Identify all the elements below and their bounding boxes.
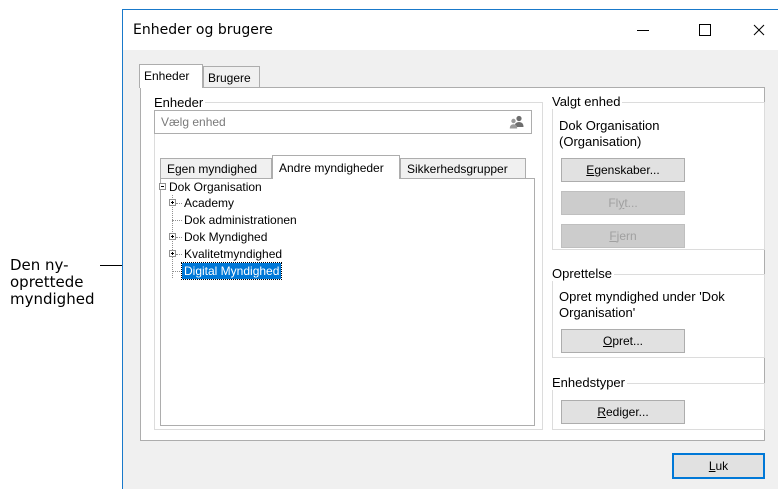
expand-icon[interactable] (169, 250, 176, 257)
btn-text: genskaber... (594, 163, 660, 177)
tab-andre-myndigheder[interactable]: Andre myndigheder (272, 155, 400, 179)
valgt-enhed-group: Valgt enhed Dok Organisation (Organisati… (552, 94, 765, 250)
window-title: Enheder og brugere (133, 22, 273, 38)
tab-egen-myndighed[interactable]: Egen myndighed (160, 158, 272, 179)
callout-label: Den ny- oprettede myndighed (10, 257, 100, 308)
oprettelse-label: Oprettelse (552, 266, 614, 281)
enhedstyper-label: Enhedstyper (552, 375, 627, 390)
collapse-icon[interactable] (159, 183, 166, 190)
dialog-window: Enheder og brugere Enheder Brugere Enhed… (122, 9, 778, 489)
btn-mnemonic: F (609, 229, 617, 243)
oprettelse-text-line1: Opret myndighed under 'Dok (559, 289, 725, 304)
tree-item-label: Dok Organisation (169, 180, 262, 194)
fjern-button[interactable]: Fjern (561, 224, 685, 248)
enheder-tab-page: Enheder Vælg enhed Egen myndighed Andre … (140, 87, 765, 441)
oprettelse-text-line2: Organisation' (559, 305, 636, 320)
oprettelse-group: Oprettelse Opret myndighed under 'Dok Or… (552, 266, 765, 358)
callout-line-2: oprettede (10, 273, 84, 291)
btn-mnemonic: O (602, 334, 613, 348)
tree-item-label-selected: Digital Myndighed (180, 262, 283, 280)
tree-item-label: Dok Myndighed (184, 230, 268, 244)
tab-enheder[interactable]: Enheder (139, 64, 203, 88)
tab-sikkerhedsgrupper[interactable]: Sikkerhedsgrupper (400, 158, 526, 179)
maximize-icon (699, 24, 711, 36)
tree-connector (176, 237, 182, 238)
close-button[interactable] (737, 16, 778, 44)
btn-text: uk (715, 459, 729, 473)
tree-item-label: Dok administrationen (184, 213, 297, 227)
enheder-group: Enheder Vælg enhed Egen myndighed Andre … (154, 95, 543, 430)
maximize-button[interactable] (683, 16, 727, 44)
selected-unit-type: (Organisation) (559, 134, 642, 149)
search-input[interactable]: Vælg enhed (154, 110, 532, 134)
tree-item-label: Kvalitetmyndighed (184, 247, 283, 261)
close-icon (753, 24, 765, 36)
callout-line-1: Den ny- (10, 256, 69, 274)
minimize-icon (637, 29, 649, 31)
tree-connector (172, 271, 182, 272)
title-bar[interactable]: Enheder og brugere (123, 10, 778, 50)
tree-item-label: Academy (184, 196, 235, 210)
flyt-button[interactable]: Flyt... (561, 191, 685, 215)
tree-connector (176, 203, 182, 204)
tree-connector (172, 220, 182, 221)
people-icon[interactable] (509, 115, 525, 129)
rediger-button[interactable]: Rediger... (561, 400, 685, 424)
opret-button[interactable]: Opret... (561, 329, 685, 353)
expand-icon[interactable] (169, 233, 176, 240)
valgt-enhed-label: Valgt enhed (552, 94, 623, 109)
tree-connector (176, 254, 182, 255)
egenskaber-button[interactable]: Egenskaber... (561, 158, 685, 182)
callout-line-3: myndighed (10, 290, 95, 308)
btn-text: jern (616, 229, 637, 243)
btn-text: pret... (612, 334, 644, 348)
enhedstyper-group: Enhedstyper Rediger... (552, 375, 765, 430)
btn-text: t... (624, 196, 638, 210)
luk-button[interactable]: Luk (672, 453, 765, 479)
btn-mnemonic: L (708, 459, 716, 473)
expand-icon[interactable] (169, 199, 176, 206)
organisation-tree[interactable]: Dok Organisation Academy Dok administrat… (159, 178, 535, 426)
btn-text: ediger... (605, 405, 649, 419)
selected-unit-name: Dok Organisation (559, 118, 660, 133)
minimize-button[interactable] (621, 16, 665, 44)
btn-text: Fl (608, 196, 619, 210)
search-placeholder: Vælg enhed (161, 115, 226, 129)
enheder-group-label: Enheder (154, 95, 206, 110)
tab-brugere[interactable]: Brugere (203, 66, 260, 88)
btn-mnemonic: R (597, 405, 606, 419)
